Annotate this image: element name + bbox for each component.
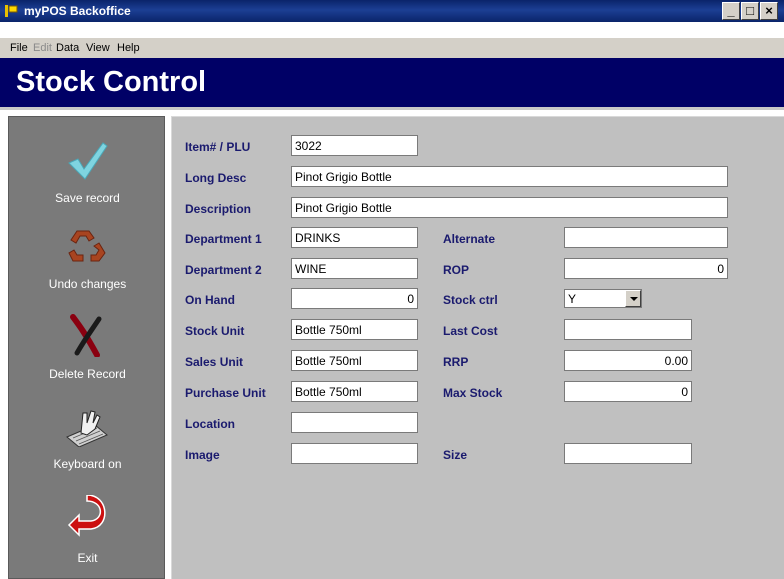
rop-label: ROP xyxy=(443,263,470,277)
keyboard-hand-icon xyxy=(66,410,108,447)
rrp-field[interactable] xyxy=(564,350,692,371)
undo-changes-button[interactable]: Undo changes xyxy=(9,223,166,307)
menu-data[interactable]: Data xyxy=(56,42,79,54)
department1-field[interactable] xyxy=(291,227,418,248)
title-bar: myPOS Backoffice _ □ × xyxy=(0,0,784,22)
delete-record-label: Delete Record xyxy=(49,367,126,381)
max-stock-field[interactable] xyxy=(564,381,692,402)
stock-ctrl-select[interactable]: Y xyxy=(564,289,642,308)
item-plu-field[interactable] xyxy=(291,135,418,156)
long-desc-field[interactable] xyxy=(291,166,728,187)
on-hand-field[interactable] xyxy=(291,288,418,309)
chevron-down-icon[interactable] xyxy=(625,290,641,307)
last-cost-field[interactable] xyxy=(564,319,692,340)
stock-ctrl-value: Y xyxy=(568,292,577,306)
location-label: Location xyxy=(185,417,235,431)
save-record-label: Save record xyxy=(55,191,120,205)
exit-button[interactable]: Exit xyxy=(9,495,166,579)
minimize-button[interactable]: _ xyxy=(722,2,740,20)
stock-unit-label: Stock Unit xyxy=(185,324,245,338)
size-label: Size xyxy=(443,448,468,462)
description-field[interactable] xyxy=(291,197,728,218)
on-hand-label: On Hand xyxy=(185,293,235,307)
purchase-unit-label: Purchase Unit xyxy=(185,386,266,400)
department2-field[interactable] xyxy=(291,258,418,279)
menu-edit[interactable]: Edit xyxy=(33,42,52,54)
checkmark-icon xyxy=(68,142,108,180)
stock-form-panel: Item# / PLU Long Desc Description Depart… xyxy=(171,116,784,579)
sales-unit-label: Sales Unit xyxy=(185,355,244,369)
last-cost-label: Last Cost xyxy=(443,324,498,338)
size-field[interactable] xyxy=(564,443,692,464)
undo-changes-label: Undo changes xyxy=(48,277,127,291)
menu-file[interactable]: File xyxy=(10,42,28,54)
department1-label: Department 1 xyxy=(185,232,262,246)
recycle-icon xyxy=(68,230,106,262)
purchase-unit-field[interactable] xyxy=(291,381,418,402)
menu-help[interactable]: Help xyxy=(117,42,140,54)
alternate-field[interactable] xyxy=(564,227,728,248)
save-record-button[interactable]: Save record xyxy=(9,137,166,221)
x-mark-icon xyxy=(70,314,102,357)
item-plu-label: Item# / PLU xyxy=(185,140,251,154)
app-icon xyxy=(5,5,18,17)
exit-arrow-icon xyxy=(67,495,106,537)
maximize-button[interactable]: □ xyxy=(741,2,759,20)
image-label: Image xyxy=(185,448,220,462)
content-area: Save record Undo changes Delete Record K… xyxy=(0,110,784,579)
rrp-label: RRP xyxy=(443,355,469,369)
menu-view[interactable]: View xyxy=(86,42,110,54)
max-stock-label: Max Stock xyxy=(443,386,503,400)
delete-record-button[interactable]: Delete Record xyxy=(9,313,166,397)
close-button[interactable]: × xyxy=(760,2,778,20)
stock-ctrl-label: Stock ctrl xyxy=(443,293,498,307)
department2-label: Department 2 xyxy=(185,263,262,277)
alternate-label: Alternate xyxy=(443,232,496,246)
description-label: Description xyxy=(185,202,252,216)
menu-bar: File Edit Data View Help xyxy=(0,38,784,58)
page-header: Stock Control xyxy=(0,58,784,110)
action-sidebar: Save record Undo changes Delete Record K… xyxy=(8,116,165,579)
keyboard-on-label: Keyboard on xyxy=(53,457,122,471)
page-title: Stock Control xyxy=(16,66,207,98)
location-field[interactable] xyxy=(291,412,418,433)
sales-unit-field[interactable] xyxy=(291,350,418,371)
image-field[interactable] xyxy=(291,443,418,464)
exit-label: Exit xyxy=(77,551,98,565)
stock-unit-field[interactable] xyxy=(291,319,418,340)
keyboard-on-button[interactable]: Keyboard on xyxy=(9,407,166,491)
rop-field[interactable] xyxy=(564,258,728,279)
window-title: myPOS Backoffice xyxy=(24,4,131,18)
long-desc-label: Long Desc xyxy=(185,171,247,185)
